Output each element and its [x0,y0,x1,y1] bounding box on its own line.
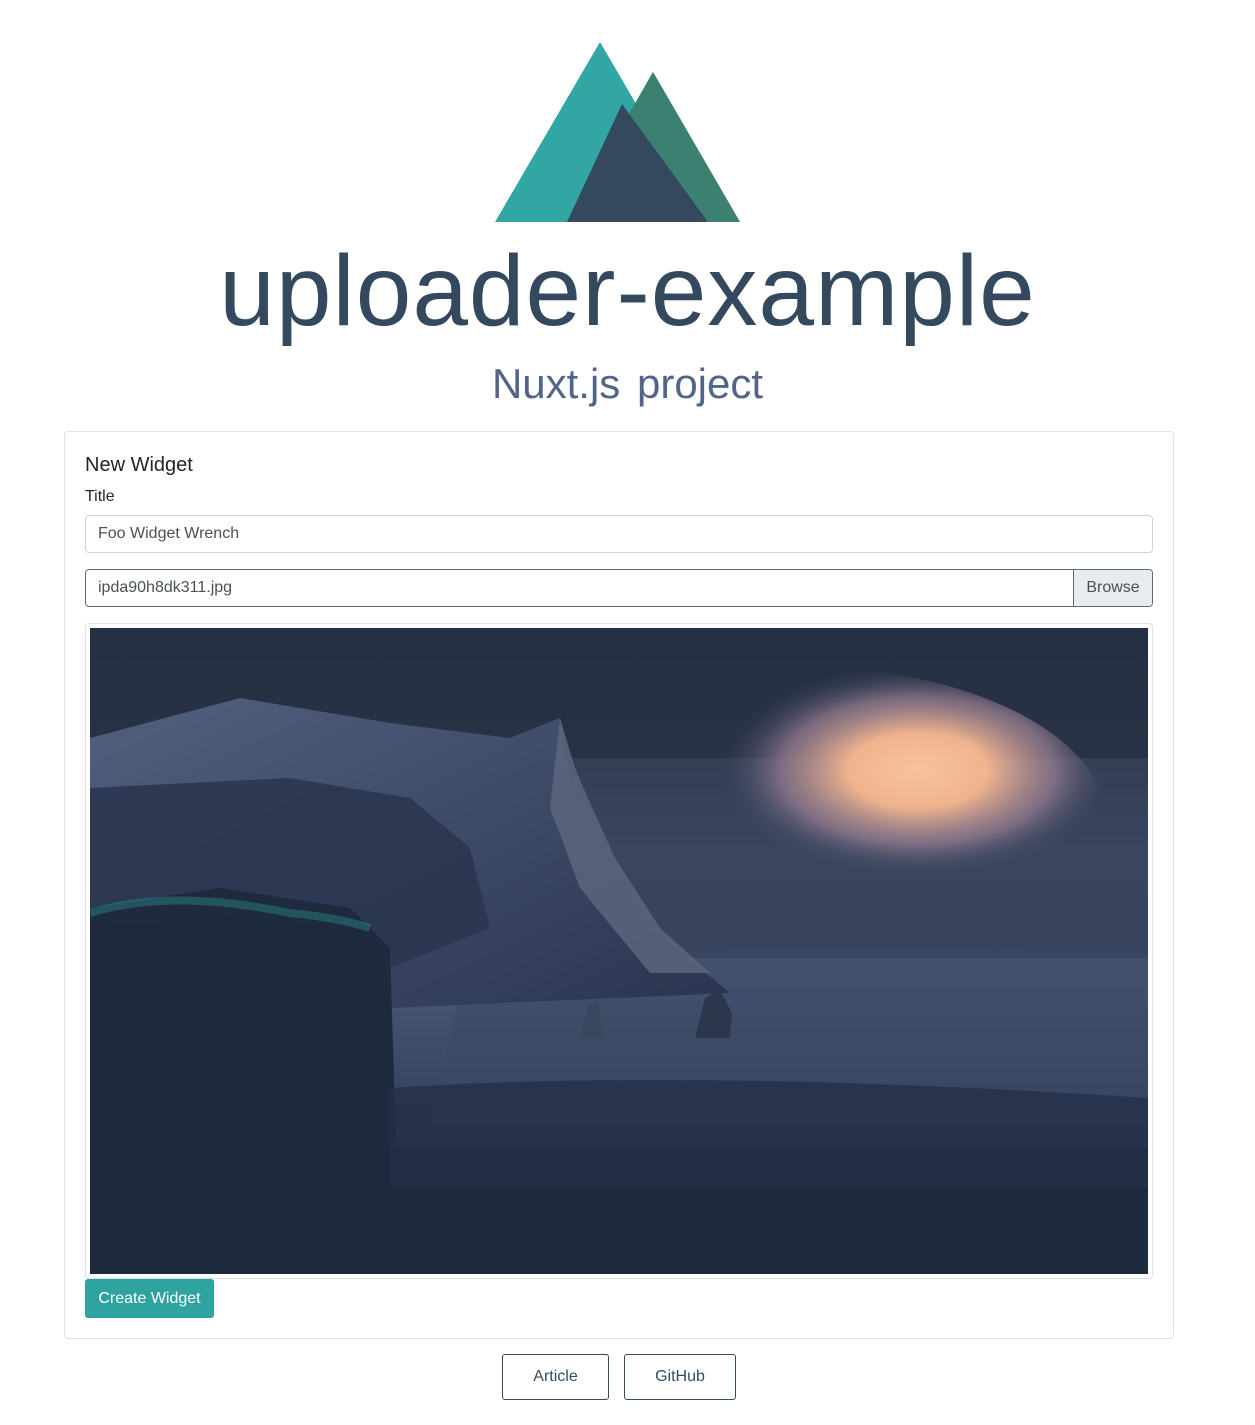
github-link-button[interactable]: GitHub [624,1354,736,1400]
create-widget-button[interactable]: Create Widget [85,1279,214,1318]
article-link-button[interactable]: Article [502,1354,609,1400]
title-input[interactable] [85,515,1153,553]
new-widget-card: New Widget Title ipda90h8dk311.jpg Brows… [64,431,1174,1339]
nuxt-logo-icon [495,42,741,224]
uploaded-image-preview [90,628,1148,1274]
file-input[interactable]: ipda90h8dk311.jpg Browse [85,569,1153,607]
browse-button[interactable]: Browse [1073,570,1152,606]
image-preview [85,623,1153,1279]
file-name-display[interactable]: ipda90h8dk311.jpg [86,570,1073,606]
title-label: Title [85,488,115,505]
app-subtitle: Nuxt.js project [491,360,764,407]
app-title: uploader-example [219,235,1036,347]
card-title: New Widget [85,454,193,476]
